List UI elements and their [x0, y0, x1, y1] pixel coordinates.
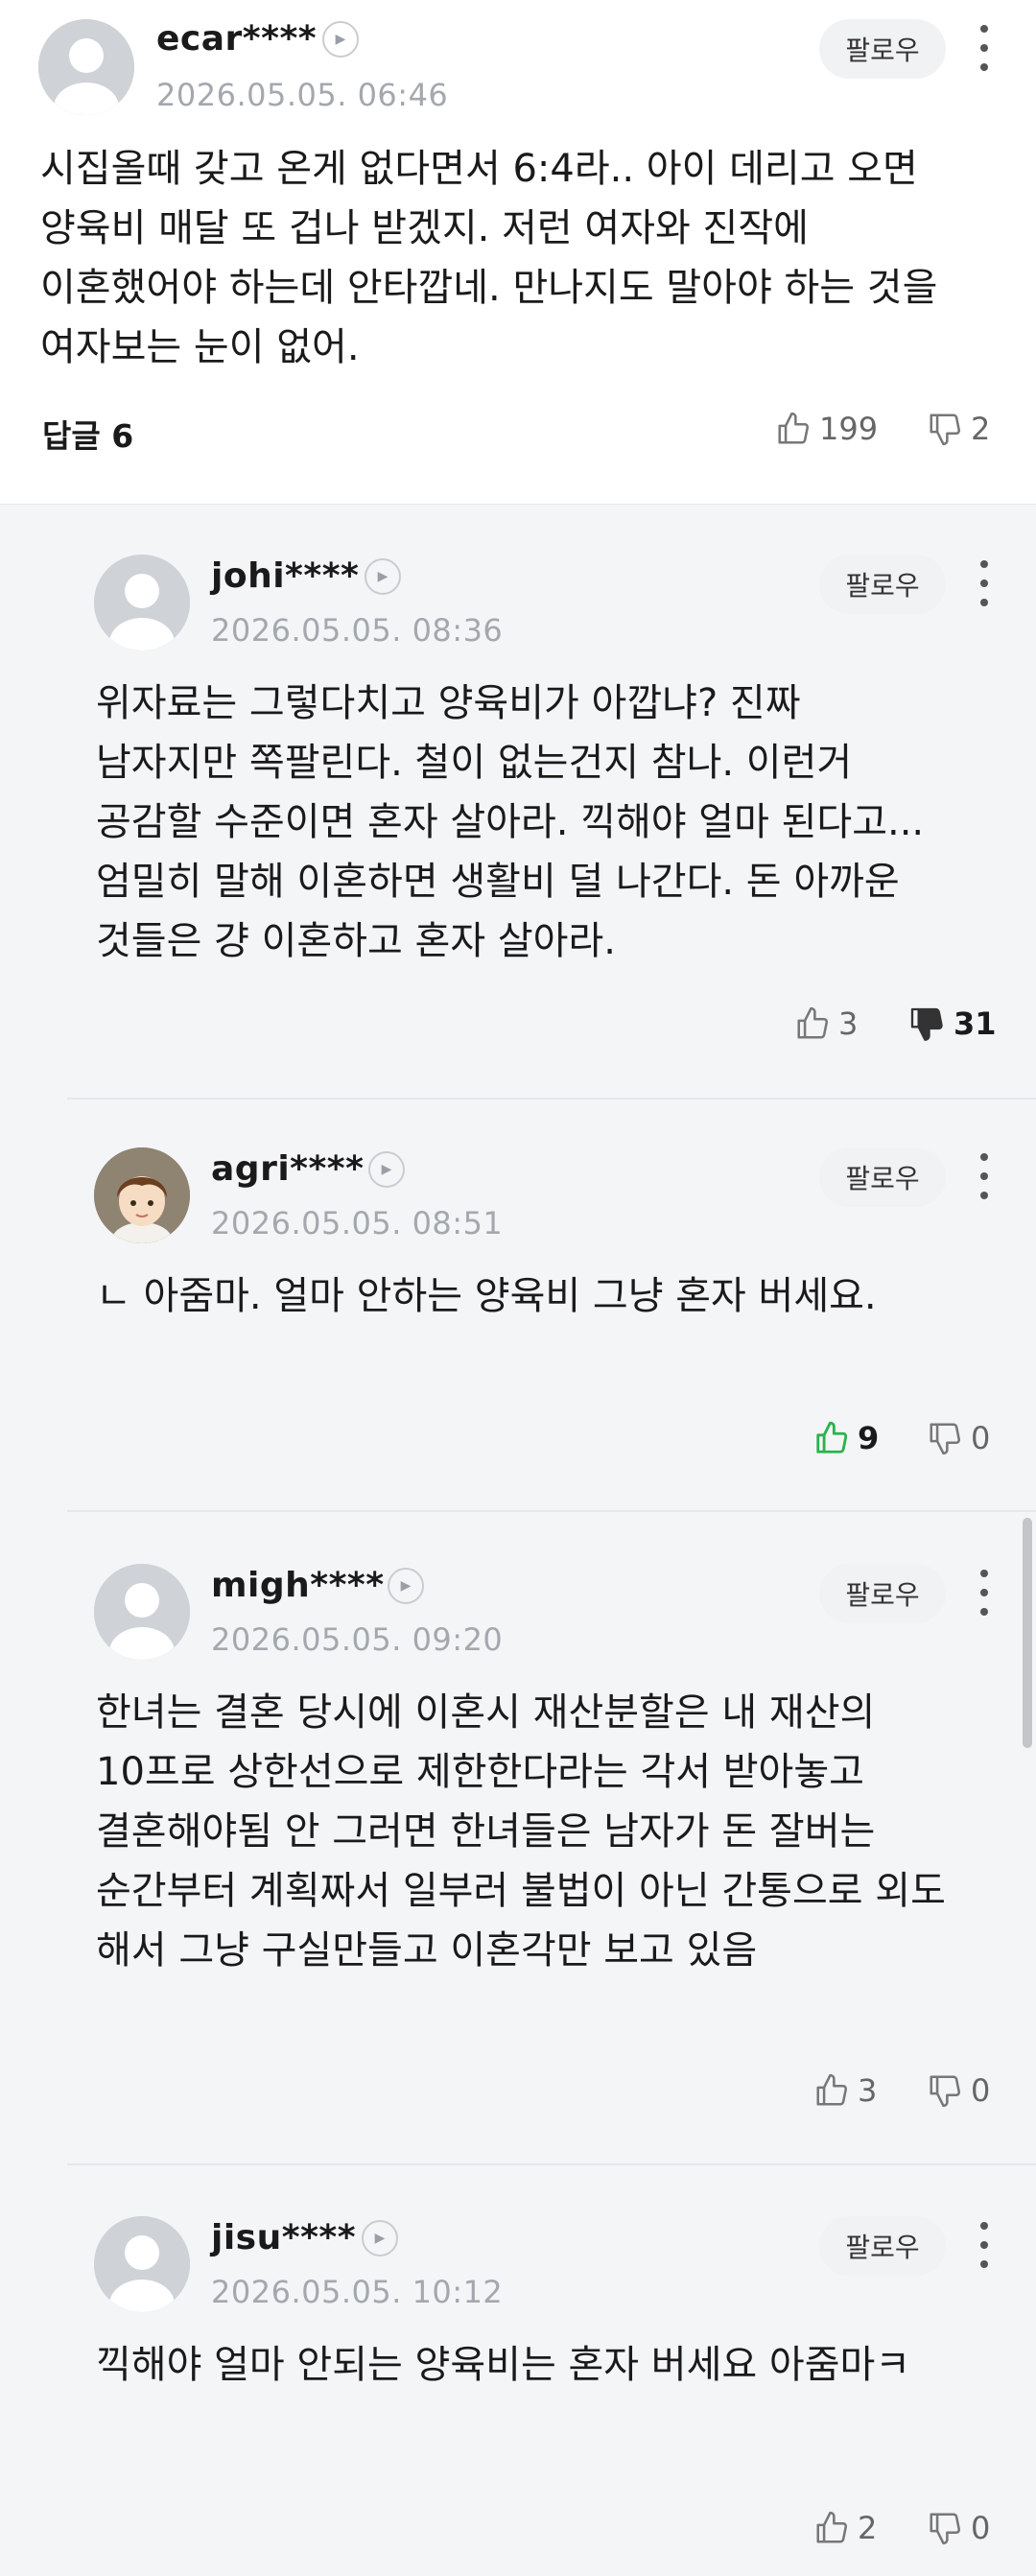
- like-button[interactable]: 3: [813, 2067, 877, 2115]
- thumbs-up-icon: [778, 412, 810, 444]
- dislike-button[interactable]: 0: [927, 2067, 990, 2115]
- more-options-icon[interactable]: [970, 1564, 999, 1621]
- follow-button[interactable]: 팔로우: [819, 1564, 946, 1623]
- reply-username[interactable]: jisu****: [211, 2218, 356, 2257]
- dislike-count: 31: [954, 1005, 997, 1042]
- dislike-count: 2: [971, 411, 991, 447]
- follow-button[interactable]: 팔로우: [819, 1147, 946, 1207]
- default-avatar-icon[interactable]: [94, 1564, 190, 1660]
- comment-timestamp: 2026.05.05. 06:46: [156, 77, 449, 113]
- thumbs-down-icon: [930, 2513, 961, 2545]
- reply-text: 끽해야 얼마 안되는 양육비는 혼자 버세요 아줌마ㅋ: [96, 2343, 911, 2387]
- thumbs-up-icon: [816, 2073, 848, 2106]
- profile-arrow-icon[interactable]: ▶: [365, 558, 401, 595]
- thumbs-down-icon: [930, 1423, 961, 1455]
- like-button[interactable]: 2: [813, 2504, 877, 2552]
- more-options-icon[interactable]: [970, 555, 999, 612]
- more-options-icon[interactable]: [970, 19, 999, 77]
- reply-username[interactable]: migh****: [211, 1566, 385, 1605]
- dislike-count: 0: [971, 1420, 991, 1456]
- follow-button[interactable]: 팔로우: [819, 2216, 946, 2276]
- character-avatar-icon[interactable]: [94, 1147, 190, 1243]
- like-button[interactable]: 3: [794, 1000, 858, 1048]
- reply-count-button[interactable]: 답글 6: [42, 411, 133, 457]
- reply-divider: [67, 1098, 1036, 1099]
- more-options-icon[interactable]: [970, 1147, 999, 1205]
- like-count: 3: [838, 1005, 859, 1042]
- reply-timestamp: 2026.05.05. 10:12: [211, 2274, 504, 2310]
- thumbs-up-icon: [797, 1006, 829, 1039]
- scrollbar-thumb[interactable]: [1023, 1518, 1032, 1748]
- like-button[interactable]: 9: [813, 1414, 879, 1462]
- reply-timestamp: 2026.05.05. 08:51: [211, 1205, 504, 1241]
- reply-divider: [67, 2163, 1036, 2165]
- reply-divider: [67, 1510, 1036, 1512]
- dislike-button[interactable]: 0: [927, 2504, 990, 2552]
- reply-text: ㄴ 아줌마. 얼마 안하는 양육비 그냥 혼자 버세요.: [96, 1274, 877, 1318]
- profile-arrow-icon[interactable]: ▶: [368, 1151, 405, 1188]
- profile-arrow-icon[interactable]: ▶: [322, 21, 359, 58]
- default-avatar-icon[interactable]: [94, 555, 190, 650]
- thumbs-down-icon: [930, 2075, 961, 2108]
- follow-button[interactable]: 팔로우: [819, 555, 946, 614]
- reply-username[interactable]: johi****: [211, 556, 359, 596]
- like-count: 3: [858, 2072, 878, 2109]
- like-count: 9: [858, 1420, 880, 1456]
- default-avatar-icon[interactable]: [38, 19, 134, 115]
- comment-text: 시집올때 갖고 온게 없다면서 6:4라.. 아이 데리고 오면 양육비 매달 …: [40, 147, 938, 369]
- dislike-button[interactable]: 0: [927, 1414, 990, 1462]
- thumbs-down-filled-icon: [910, 1007, 943, 1041]
- reply-timestamp: 2026.05.05. 08:36: [211, 612, 504, 649]
- profile-arrow-icon[interactable]: ▶: [388, 1568, 424, 1604]
- dislike-count: 0: [971, 2510, 991, 2546]
- reply-text: 한녀는 결혼 당시에 이혼시 재산분할은 내 재산의 10프로 상한선으로 제한…: [96, 1690, 946, 1973]
- dislike-count: 0: [971, 2072, 991, 2109]
- like-count: 199: [819, 411, 879, 447]
- comment-username[interactable]: ecar****: [156, 19, 317, 59]
- main-comment: ecar**** ▶ 2026.05.05. 06:46 팔로우 시집올때 갖고…: [0, 0, 1036, 504]
- default-avatar-icon[interactable]: [94, 2216, 190, 2312]
- reply-text: 위자료는 그렇다치고 양육비가 아깝냐? 진짜 남자지만 쪽팔린다. 철이 없는…: [96, 681, 925, 963]
- thumbs-up-filled-icon: [816, 1421, 848, 1453]
- thumbs-up-icon: [816, 2511, 848, 2543]
- more-options-icon[interactable]: [970, 2216, 999, 2274]
- profile-arrow-icon[interactable]: ▶: [362, 2220, 398, 2257]
- dislike-button[interactable]: 31: [907, 1000, 997, 1048]
- thumbs-down-icon: [930, 414, 961, 446]
- reply-username[interactable]: agri****: [211, 1149, 364, 1189]
- dislike-button[interactable]: 2: [927, 405, 990, 453]
- like-button[interactable]: 199: [775, 405, 878, 453]
- follow-button[interactable]: 팔로우: [819, 19, 946, 79]
- reply-timestamp: 2026.05.05. 09:20: [211, 1621, 504, 1658]
- like-count: 2: [858, 2510, 878, 2546]
